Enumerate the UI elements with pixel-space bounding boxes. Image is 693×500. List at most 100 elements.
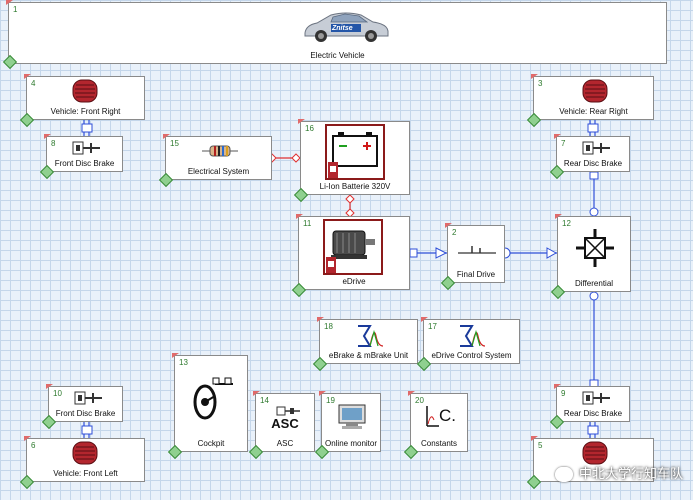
block-constants[interactable]: 20 C. Constants <box>410 393 468 452</box>
tire-icon <box>582 441 608 465</box>
block-label: eDrive Control System <box>431 351 512 360</box>
block-label: Front Disc Brake <box>55 409 116 418</box>
wire-differential-rear-brake-l <box>589 291 599 388</box>
block-cockpit[interactable]: 13 Cockpit <box>174 355 248 452</box>
block-flag <box>445 223 452 228</box>
block-number: 9 <box>561 389 566 398</box>
block-label: Differential <box>574 279 614 288</box>
block-label: Rear Disc Brake <box>563 409 623 418</box>
block-flag <box>531 74 538 79</box>
sum-chart-icon <box>460 325 486 347</box>
block-flag <box>24 74 31 79</box>
wire-final-drive-differential <box>504 247 558 259</box>
block-final-drive[interactable]: 2 Final Drive <box>447 225 505 283</box>
block-flag <box>24 436 31 441</box>
block-flag <box>555 214 562 219</box>
wechat-icon <box>554 467 573 482</box>
block-flag <box>253 391 260 396</box>
block-rear-disc-brake-right[interactable]: 7 Rear Disc Brake <box>556 136 630 172</box>
asc-control-icon <box>276 406 300 416</box>
block-electric-vehicle[interactable]: 1 Znitse Electric Vehicle <box>8 2 667 64</box>
block-label: Vehicle: Rear Right <box>559 107 628 116</box>
block-label: Constants <box>420 439 458 448</box>
block-number: 4 <box>31 79 36 88</box>
tire-icon <box>72 441 98 465</box>
differential-gear-icon <box>576 229 614 267</box>
block-label: Vehicle: Front Right <box>50 107 121 116</box>
block-li-ion-battery[interactable]: 16 Li-Ion Batterie 320V <box>300 121 410 195</box>
disc-brake-icon <box>74 391 102 405</box>
block-front-disc-brake-right[interactable]: 8 Front Disc Brake <box>46 136 123 172</box>
block-rear-disc-brake-left[interactable]: 9 Rear Disc Brake <box>556 386 630 422</box>
block-flag <box>298 119 305 124</box>
gear-shaft-icon <box>458 246 496 254</box>
constants-icon-text: C. <box>439 406 456 425</box>
block-differential[interactable]: 12 Differential <box>557 216 631 292</box>
block-flag <box>554 134 561 139</box>
block-flag <box>531 436 538 441</box>
block-flag <box>44 134 51 139</box>
block-label: eBrake & mBrake Unit <box>328 351 409 360</box>
block-vehicle-front-right[interactable]: 4 Vehicle: Front Right <box>26 76 145 120</box>
wire-battery-edrive <box>345 194 355 218</box>
block-flag <box>319 391 326 396</box>
block-number: 18 <box>324 322 333 331</box>
wire-rear-right-brake <box>587 120 599 136</box>
block-number: 13 <box>179 358 188 367</box>
block-asc[interactable]: 14 ASC ASC <box>255 393 315 452</box>
watermark-text: 中北大学行知车队 <box>578 465 683 481</box>
disc-brake-icon <box>582 141 610 155</box>
disc-brake-icon <box>72 141 100 155</box>
watermark: 中北大学行知车队 <box>554 463 683 482</box>
block-flag <box>6 0 13 5</box>
block-number: 7 <box>561 139 566 148</box>
block-number: 5 <box>538 441 543 450</box>
block-flag <box>46 384 53 389</box>
sum-chart-icon <box>358 325 384 347</box>
block-vehicle-front-left[interactable]: 6 Vehicle: Front Left <box>26 438 145 482</box>
block-number: 12 <box>562 219 571 228</box>
block-label: Online monitor <box>324 439 378 448</box>
block-online-monitor[interactable]: 19 Online monitor <box>321 393 381 452</box>
block-front-disc-brake-left[interactable]: 10 Front Disc Brake <box>48 386 123 422</box>
asc-icon-text: ASC <box>271 416 299 431</box>
block-label: eDrive <box>342 277 366 286</box>
block-flag <box>163 134 170 139</box>
tire-icon <box>582 79 608 103</box>
block-label: Electrical System <box>187 167 250 176</box>
monitor-icon <box>338 404 366 429</box>
wire-edrive-final-drive <box>409 247 448 259</box>
block-flag <box>408 391 415 396</box>
block-number: 19 <box>326 396 335 405</box>
block-number: 15 <box>170 139 179 148</box>
block-label: Li-Ion Batterie 320V <box>319 182 391 191</box>
block-electrical-system[interactable]: 15 Electrical System <box>165 136 272 180</box>
block-edrive-control-system[interactable]: 17 eDrive Control System <box>423 319 520 364</box>
block-edrive[interactable]: 11 eDrive <box>298 216 410 290</box>
block-number: 3 <box>538 79 543 88</box>
block-ebrake-mbrake-unit[interactable]: 18 eBrake & mBrake Unit <box>319 319 418 364</box>
block-flag <box>317 317 324 322</box>
block-number: 16 <box>305 124 314 133</box>
block-number: 8 <box>51 139 56 148</box>
block-label: Vehicle: Front Left <box>53 469 118 478</box>
block-number: 17 <box>428 322 437 331</box>
block-number: 14 <box>260 396 269 405</box>
wire-rear-left-brake <box>587 422 599 438</box>
block-flag <box>421 317 428 322</box>
constants-chart-icon <box>426 406 439 427</box>
block-flag <box>172 353 179 358</box>
block-flag <box>296 214 303 219</box>
block-flag <box>554 384 561 389</box>
block-vehicle-rear-right[interactable]: 3 Vehicle: Rear Right <box>533 76 654 120</box>
wire-front-right-brake <box>81 120 93 136</box>
wire-rear-brake-differential <box>589 171 599 217</box>
wire-front-left-brake <box>81 422 93 438</box>
electric-motor-icon <box>323 219 383 275</box>
block-label: Rear Disc Brake <box>563 159 623 168</box>
block-number: 20 <box>415 396 424 405</box>
car-logo-text: Znitse <box>332 25 353 32</box>
steering-wheel-icon <box>193 377 233 420</box>
block-number: 11 <box>303 219 312 228</box>
tire-icon <box>72 79 98 103</box>
